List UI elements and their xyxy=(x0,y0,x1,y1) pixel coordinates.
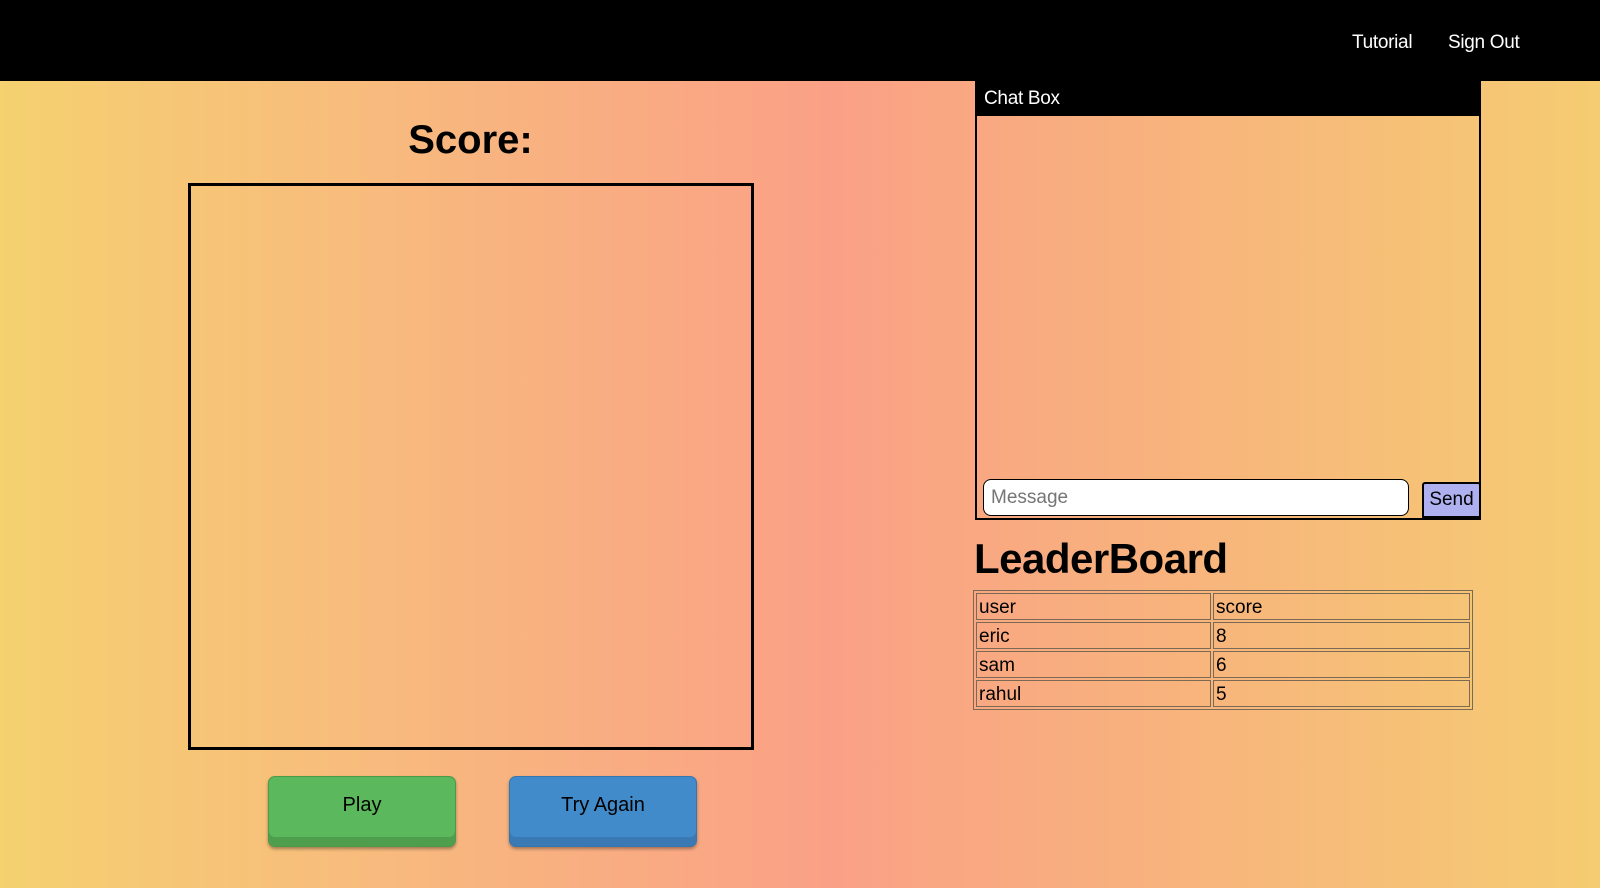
nav-link-tutorial[interactable]: Tutorial xyxy=(1352,32,1413,54)
play-button[interactable]: Play xyxy=(268,776,456,847)
game-board[interactable] xyxy=(188,183,754,750)
user-cell: sam xyxy=(976,651,1211,678)
table-row: sam 6 xyxy=(976,651,1470,678)
table-row: rahul 5 xyxy=(976,680,1470,707)
score-cell: 8 xyxy=(1213,622,1470,649)
score-cell: 5 xyxy=(1213,680,1470,707)
top-navbar: Tutorial Sign Out xyxy=(0,0,1600,81)
message-input[interactable] xyxy=(983,479,1409,516)
score-cell: 6 xyxy=(1213,651,1470,678)
leaderboard-table: user score eric 8 sam 6 rahul 5 xyxy=(973,590,1473,710)
score-label: Score: xyxy=(408,118,533,162)
chat-box: Chat Box Send xyxy=(975,81,1481,520)
try-again-button[interactable]: Try Again xyxy=(509,776,697,847)
nav-link-sign-out[interactable]: Sign Out xyxy=(1448,32,1520,54)
leaderboard-title: LeaderBoard xyxy=(974,535,1228,582)
user-cell: rahul xyxy=(976,680,1211,707)
table-row: eric 8 xyxy=(976,622,1470,649)
send-button[interactable]: Send xyxy=(1422,482,1481,518)
column-header-score: score xyxy=(1213,593,1470,620)
table-header-row: user score xyxy=(976,593,1470,620)
column-header-user: user xyxy=(976,593,1211,620)
user-cell: eric xyxy=(976,622,1211,649)
chat-box-title: Chat Box xyxy=(977,81,1481,116)
